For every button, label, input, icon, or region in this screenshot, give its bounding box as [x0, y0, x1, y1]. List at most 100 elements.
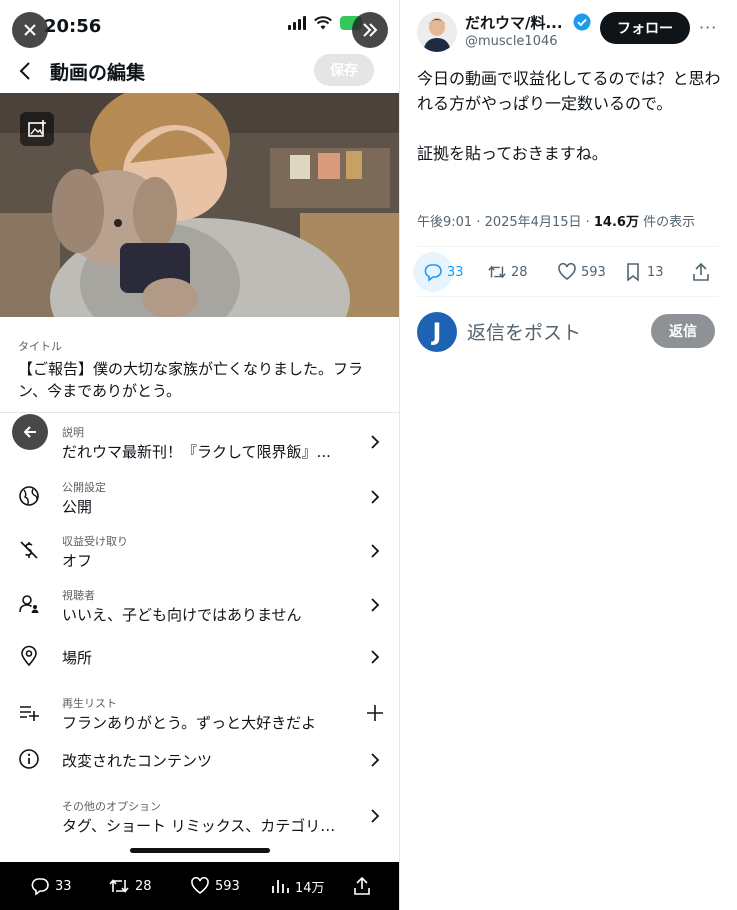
like-count: 593	[581, 264, 606, 280]
setting-label: 公開設定	[62, 481, 106, 494]
image-edit-icon	[28, 120, 46, 137]
setting-label: 視聴者	[62, 589, 95, 602]
reply-icon	[424, 264, 442, 282]
views-action-dark[interactable]: 14万	[270, 876, 325, 896]
double-chevron-right-icon	[363, 23, 378, 37]
tweet-timestamp[interactable]: 午後9:01 · 2025年4月15日 ·	[417, 215, 594, 230]
like-action[interactable]: 593	[557, 262, 606, 282]
reply-action[interactable]: 33	[423, 262, 464, 282]
globe-icon	[19, 486, 39, 506]
share-icon	[354, 876, 370, 895]
share-action[interactable]	[691, 262, 711, 282]
back-arrow-button[interactable]	[12, 414, 48, 450]
heart-icon	[191, 876, 209, 895]
setting-visibility[interactable]: 公開設定 公開	[0, 471, 399, 521]
tweet-view-suffix: 件の表示	[638, 215, 696, 230]
bookmark-icon	[627, 263, 639, 282]
info-icon	[19, 749, 39, 769]
setting-label: その他のオプション	[62, 800, 161, 813]
arrow-left-icon	[23, 426, 36, 438]
repost-icon	[109, 879, 129, 893]
location-icon	[21, 645, 37, 667]
setting-location[interactable]: 場所	[0, 633, 399, 683]
more-options-button[interactable]: ···	[699, 18, 717, 37]
author-handle[interactable]: @muscle1046	[465, 34, 558, 49]
avatar-photo	[417, 12, 457, 52]
views-count: 14万	[295, 880, 325, 896]
repost-count: 28	[511, 264, 528, 280]
status-time: 20:56	[44, 16, 102, 37]
wifi-icon	[314, 16, 332, 30]
setting-label: 再生リスト	[62, 697, 117, 710]
page-title: 動画の編集	[50, 62, 146, 84]
verified-badge-icon	[573, 13, 591, 31]
thumbnail-photo	[0, 93, 399, 317]
repost-action[interactable]: 28	[487, 262, 528, 282]
plus-icon[interactable]	[366, 704, 384, 722]
status-icons	[288, 16, 362, 30]
setting-value: 公開	[62, 498, 93, 516]
chevron-right-icon	[371, 650, 380, 664]
cellular-signal-icon	[288, 16, 306, 30]
audience-icon	[19, 595, 39, 613]
title-text: 【ご報告】僕の大切な家族が亡くなりました。フラン、今までありがとう。	[18, 360, 364, 400]
edit-thumbnail-button[interactable]	[20, 112, 54, 146]
edit-header: 動画の編集 保存	[0, 52, 399, 92]
back-chevron-icon[interactable]	[16, 60, 36, 82]
bookmark-count: 13	[647, 264, 664, 280]
video-thumbnail	[0, 93, 399, 317]
tweet-text: 今日の動画で収益化してるのでは？と思われる方がやっぱり一定数いるので。 証拠を貼…	[417, 69, 721, 163]
setting-monetization[interactable]: 収益受け取り オフ	[0, 525, 399, 575]
phone-screenshot: 20:56 動画の編集 保存 タイトル 【ご報告】僕の大切な家族が亡くなりました…	[0, 0, 400, 910]
author-name[interactable]: だれウマ/料...	[465, 12, 563, 33]
tweet-meta: 午後9:01 · 2025年4月15日 · 14.6万 件の表示	[417, 211, 695, 230]
share-action-dark[interactable]	[352, 876, 372, 896]
divider	[417, 246, 719, 247]
chevron-right-icon	[371, 809, 380, 823]
author-avatar[interactable]	[417, 12, 457, 52]
setting-label: 説明	[62, 426, 84, 439]
close-button[interactable]	[12, 12, 48, 48]
status-bar: 20:56	[0, 0, 399, 52]
share-icon	[693, 262, 709, 281]
save-button[interactable]: 保存	[314, 54, 374, 86]
reply-submit-button[interactable]: 返信	[651, 314, 715, 348]
tweet-panel: だれウマ/料... @muscle1046 フォロー ··· 今日の動画で収益化…	[401, 0, 737, 910]
setting-value: いいえ、子ども向けではありません	[62, 606, 302, 624]
chevron-right-icon	[371, 544, 380, 558]
divider	[417, 296, 719, 297]
setting-other-options[interactable]: その他のオプション タグ、ショート リミックス、カテゴリ…	[0, 790, 399, 840]
reply-input[interactable]: 返信をポスト	[467, 318, 581, 345]
monetization-off-icon	[20, 541, 38, 559]
playlist-add-icon	[20, 706, 39, 721]
reply-icon	[31, 878, 49, 896]
repost-action-dark[interactable]: 28	[108, 876, 152, 896]
follow-button[interactable]: フォロー	[600, 12, 690, 44]
bookmark-action[interactable]: 13	[623, 262, 664, 282]
divider	[0, 412, 399, 413]
like-count: 593	[215, 878, 240, 894]
setting-label: 収益受け取り	[62, 535, 128, 548]
setting-altered-content[interactable]: 改変されたコンテンツ	[0, 736, 399, 786]
reply-count: 33	[447, 264, 464, 280]
setting-value: フランありがとう。ずっと大好きだよ	[62, 714, 317, 732]
setting-audience[interactable]: 視聴者 いいえ、子ども向けではありません	[0, 579, 399, 629]
chevron-right-icon	[371, 753, 380, 767]
repost-icon	[488, 265, 506, 279]
like-action-dark[interactable]: 593	[190, 876, 240, 896]
tweet-view-count: 14.6万	[593, 215, 639, 230]
views-chart-icon	[272, 880, 289, 893]
setting-value: 改変されたコンテンツ	[62, 752, 213, 770]
tweet-action-bar-dark: 33 28 593 14万	[0, 862, 399, 910]
close-icon	[24, 24, 36, 36]
reply-action-dark[interactable]: 33	[30, 876, 72, 896]
current-user-avatar: J	[417, 312, 457, 352]
forward-button[interactable]	[352, 12, 388, 48]
setting-value: 場所	[62, 649, 93, 667]
video-title-field[interactable]: タイトル 【ご報告】僕の大切な家族が亡くなりました。フラン、今までありがとう。	[18, 338, 388, 402]
setting-description[interactable]: 説明 だれウマ最新刊！『ラクして限界飯』...	[0, 414, 399, 466]
repost-count: 28	[135, 878, 152, 894]
setting-value: だれウマ最新刊！『ラクして限界飯』...	[62, 443, 331, 461]
setting-playlist[interactable]: 再生リスト フランありがとう。ずっと大好きだよ	[0, 687, 399, 737]
home-indicator	[130, 848, 270, 853]
